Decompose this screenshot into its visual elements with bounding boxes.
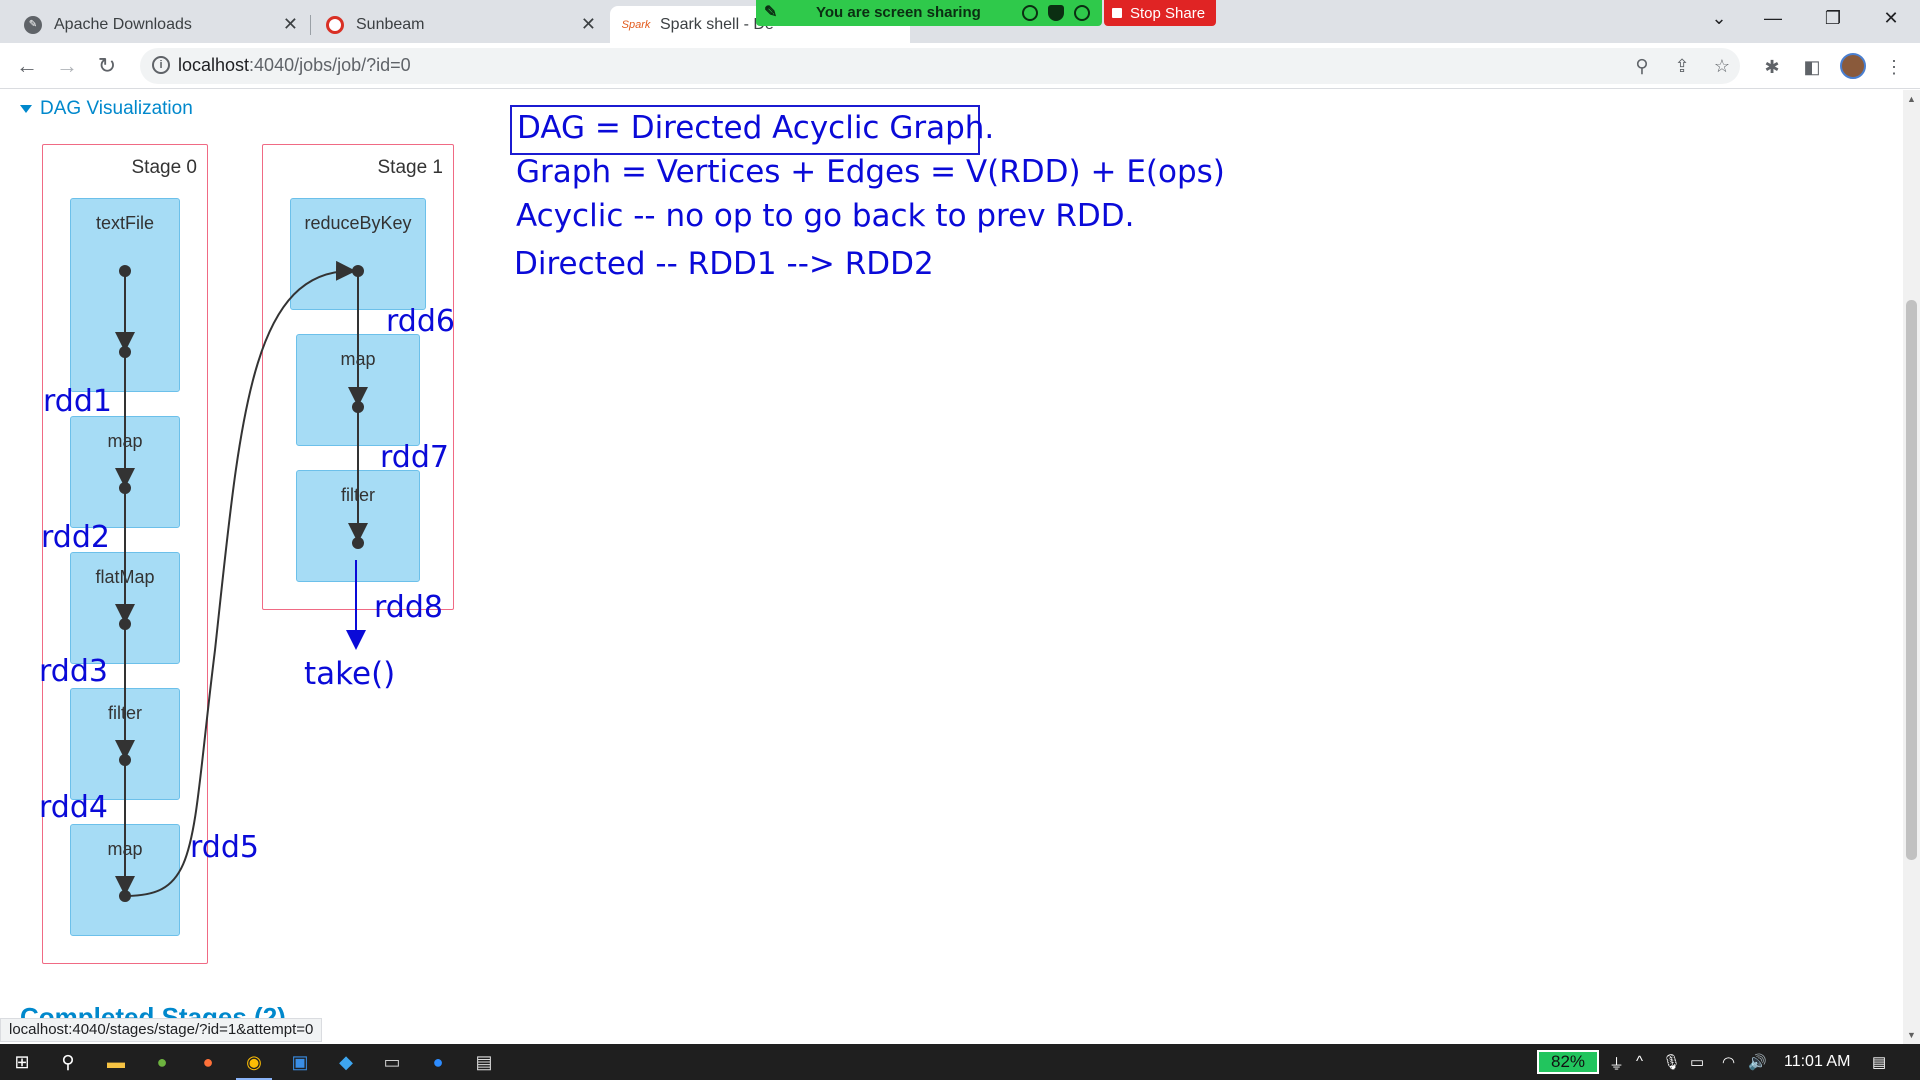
url-text[interactable]: localhost:4040/jobs/job/?id=0 [178,55,411,76]
tab-search-icon[interactable]: ⌄ [1696,0,1742,36]
tab-title: Sunbeam [356,15,425,33]
participants-icon[interactable] [1074,5,1090,21]
rdd-node [119,618,131,630]
tab-separator [310,15,311,35]
url-host: localhost [178,55,250,75]
share-pin-icon: ✎ [764,4,778,21]
rdd8-label: rdd8 [374,590,443,625]
reload-icon[interactable]: ↻ [92,51,122,81]
rdd6-label: rdd6 [386,304,455,339]
note-acyclic-definition: Acyclic -- no op to go back to prev RDD. [516,198,1135,234]
battery-icon[interactable]: ▭ [1690,1053,1704,1071]
rdd-node [119,265,131,277]
tab-sunbeam[interactable]: Sunbeam ✕ [312,6,608,43]
url-path: :4040/jobs/job/?id=0 [249,55,411,75]
tray-overflow-icon[interactable]: ^ [1636,1053,1643,1070]
rdd5-label: rdd5 [190,830,259,865]
rdd-node [352,265,364,277]
tab-strip: ✎ Apache Downloads ✕ Sunbeam ✕ Spark Spa… [0,0,1920,43]
firefox-icon[interactable]: ● [196,1050,220,1074]
rdd1-label: rdd1 [43,384,112,419]
shuffle-edge [124,260,356,897]
note-graph-definition: Graph = Vertices + Edges = V(RDD) + E(op… [516,154,1225,190]
note-dag-definition: DAG = Directed Acyclic Graph. [517,110,995,146]
side-panel-icon[interactable]: ◧ [1800,55,1824,79]
search-icon[interactable]: ⚲ [56,1050,80,1074]
windows-taskbar: ⊞ ⚲ ▬ ● ● ◉ ▣ ◆ ▭ ● ▤ 82% ⏚ ^ 🎙 ▭ ◠ 🔊 11… [0,1044,1920,1080]
scroll-down-icon[interactable]: ▼ [1907,1030,1916,1040]
tab-apache-downloads[interactable]: ✎ Apache Downloads ✕ [10,6,311,43]
wifi-icon[interactable]: ◠ [1722,1053,1735,1071]
close-tab-icon[interactable]: ✕ [581,14,596,35]
app-window-icon[interactable]: ▤ [472,1050,496,1074]
file-explorer-icon[interactable]: ▬ [104,1050,128,1074]
rdd7-label: rdd7 [380,440,449,475]
close-tab-icon[interactable]: ✕ [283,14,298,35]
power-plug-icon[interactable]: ⏚ [1609,1053,1624,1074]
stop-share-label: Stop Share [1130,4,1206,22]
rdd-node [119,482,131,494]
rdd4-label: rdd4 [39,790,108,825]
spring-tool-icon[interactable]: ● [150,1050,174,1074]
scroll-up-icon[interactable]: ▲ [1907,94,1916,104]
screen-sharing-banner: ✎ You are screen sharing [756,0,1102,26]
scrollbar-thumb[interactable] [1906,300,1917,860]
zoom-app-icon[interactable]: ● [426,1050,450,1074]
rdd3-label: rdd3 [39,654,108,689]
restore-icon[interactable]: ❐ [1810,0,1856,36]
zoom-icon[interactable]: ⚲ [1630,54,1654,78]
close-window-icon[interactable]: ✕ [1868,0,1914,36]
taskbar-clock[interactable]: 11:01 AM [1784,1053,1850,1071]
screen: ✎ Apache Downloads ✕ Sunbeam ✕ Spark Spa… [0,0,1920,1080]
rdd-node [352,537,364,549]
chrome-icon[interactable]: ◉ [236,1050,272,1080]
battery-indicator[interactable]: 82% [1537,1050,1599,1074]
windows-start-icon[interactable]: ⊞ [10,1050,34,1074]
rdd-node [119,754,131,766]
apache-favicon-icon: ✎ [24,15,42,34]
spark-favicon-icon: Spark [621,18,651,31]
back-icon[interactable]: ← [12,51,42,81]
link-status-url: localhost:4040/stages/stage/?id=1&attemp… [0,1018,323,1042]
screen-sharing-text: You are screen sharing [816,4,981,21]
profile-avatar[interactable] [1840,53,1866,79]
forward-icon[interactable]: → [52,51,82,81]
extensions-icon[interactable]: ✱ [1760,55,1784,79]
notifications-icon[interactable]: ▤ [1872,1053,1886,1071]
vscode-icon[interactable]: ◆ [334,1050,358,1074]
bookmark-star-icon[interactable]: ☆ [1710,54,1734,78]
rdd-node [352,401,364,413]
browser-toolbar: ← → ↻ i localhost:4040/jobs/job/?id=0 ⚲ … [0,43,1920,89]
stop-icon [1112,8,1122,18]
sunbeam-favicon-icon [326,15,344,34]
microphone-icon[interactable]: 🎙 [1662,1053,1681,1071]
tab-title: Apache Downloads [54,15,192,33]
terminal-icon[interactable]: ▭ [380,1050,404,1074]
rdd2-label: rdd2 [41,520,110,555]
rdd-node [119,346,131,358]
take-label: take() [304,656,396,692]
note-directed-definition: Directed -- RDD1 --> RDD2 [514,246,934,282]
shield-icon [1048,5,1064,21]
paint-app-icon[interactable]: ▣ [288,1050,312,1074]
minimize-icon[interactable]: — [1750,0,1796,36]
rdd-node [119,890,131,902]
page-content: DAG Visualization Stage 0 textFile map f… [0,90,1920,1044]
volume-icon[interactable]: 🔊 [1748,1053,1767,1071]
address-bar[interactable]: i localhost:4040/jobs/job/?id=0 ⚲ ⇪ ☆ [140,48,1740,84]
menu-icon[interactable]: ⋮ [1882,55,1906,79]
page-scrollbar[interactable]: ▲ ▼ [1903,90,1920,1044]
site-info-icon[interactable]: i [152,56,170,74]
pause-share-icon[interactable] [1022,5,1038,21]
stop-share-button[interactable]: Stop Share [1104,0,1216,26]
share-icon[interactable]: ⇪ [1670,54,1694,78]
